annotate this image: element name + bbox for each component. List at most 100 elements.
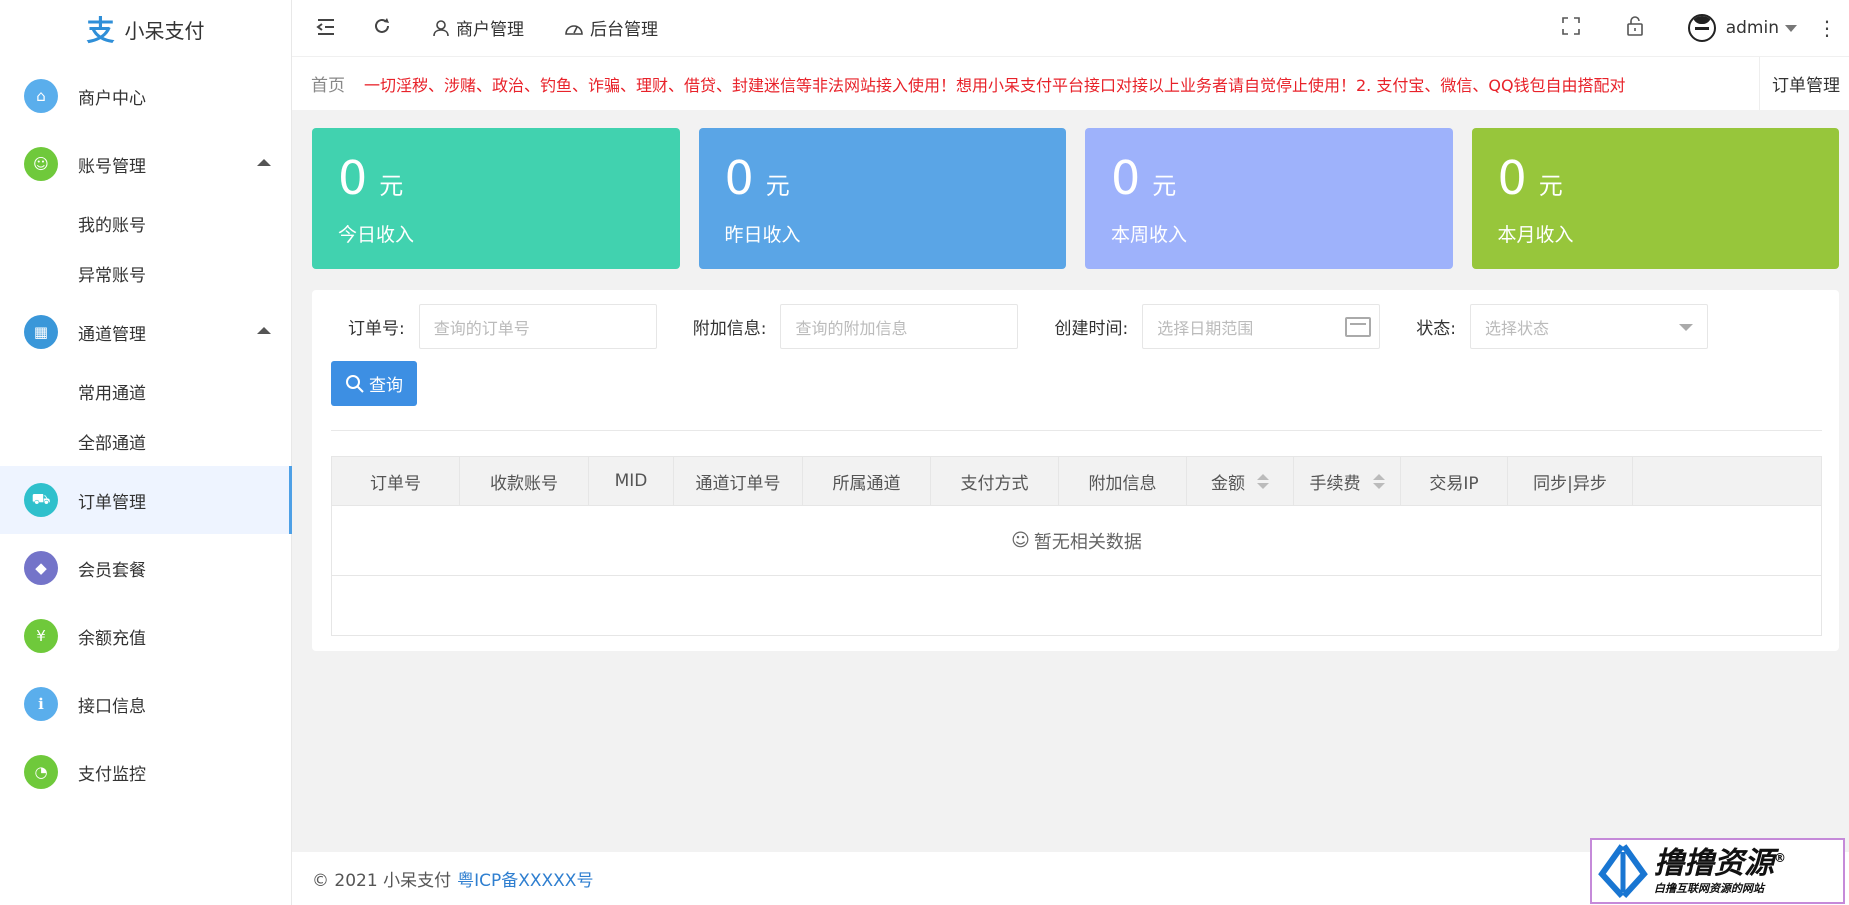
sidebar-item-label: 商户中心 [78, 88, 146, 109]
chevron-up-icon[interactable] [257, 159, 271, 166]
diamond-icon: ◆ [24, 551, 58, 585]
card-month: 0元 本月收入 [1471, 128, 1839, 269]
column-header: 附加信息 [1059, 457, 1187, 505]
avatar[interactable] [1687, 14, 1716, 42]
filter-label: 附加信息: [692, 319, 767, 339]
sidebar-subitem[interactable]: 我的账号 [0, 198, 291, 248]
top-header: 商户管理 后台管理 admin ⋮ [292, 0, 1849, 56]
fullscreen-icon[interactable] [1561, 17, 1580, 39]
sidebar-item-0[interactable]: ⌂ 商户中心 [0, 62, 291, 130]
watermark-logo-icon [1592, 840, 1654, 902]
chevron-up-icon[interactable] [257, 327, 271, 334]
apps-icon: ▦ [24, 315, 58, 349]
watermark: 撸撸资源® 白撸互联网资源的网站 [1590, 838, 1845, 904]
filter-status: 状态: 选择状态 [1416, 304, 1708, 349]
sidebar-item-4[interactable]: ◆ 会员套餐 [0, 534, 291, 602]
card-amount: 0元 [724, 151, 790, 205]
column-header: 通道订单号 [674, 457, 803, 505]
column-header: 收款账号 [460, 457, 589, 505]
filter-label: 创建时间: [1054, 319, 1129, 339]
user-name[interactable]: admin [1726, 18, 1779, 38]
sidebar-item-label: 会员套餐 [78, 560, 146, 581]
card-amount: 0元 [338, 151, 404, 205]
chevron-down-icon [1678, 324, 1693, 331]
empty-row: ☺ 暂无相关数据 [332, 506, 1821, 576]
watermark-title: 撸撸资源® [1654, 845, 1786, 881]
notice-marquee: 一切淫秽、涉赌、政治、钓鱼、诈骗、理财、借贷、封建迷信等非法网站接入使用！想用小… [364, 75, 1626, 95]
refresh-icon[interactable] [372, 16, 392, 40]
logo-mark-icon: 支 [86, 14, 115, 47]
query-button-label: 查询 [369, 376, 403, 396]
app-name: 小呆支付 [124, 18, 205, 43]
sidebar-item-label: 通道管理 [78, 324, 146, 345]
sort-icon[interactable] [1257, 473, 1269, 489]
sidebar: 支 小呆支付 ⌂ 商户中心 ☺ 账号管理我的账号 异常账号 ▦ 通道管理常用通道 全部通道 ⛟ 订… [0, 0, 292, 905]
column-header[interactable]: 手续费 [1294, 457, 1401, 505]
date-range-input[interactable]: 选择日期范围 [1142, 304, 1381, 349]
column-header-label: 订单号 [370, 473, 421, 494]
query-button[interactable]: 查询 [331, 361, 417, 406]
sidebar-item-label: 账号管理 [78, 156, 146, 177]
search-icon [346, 374, 364, 393]
info-icon: ℹ [24, 687, 58, 721]
card-yesterday: 0元 昨日收入 [698, 128, 1066, 269]
gauge-icon: ◔ [24, 755, 58, 789]
card-week: 0元 本周收入 [1085, 128, 1453, 269]
column-header: 支付方式 [931, 457, 1059, 505]
status-select[interactable]: 选择状态 [1469, 304, 1708, 349]
merchant-mgmt-button[interactable]: 商户管理 [432, 15, 524, 40]
backend-mgmt-button[interactable]: 后台管理 [564, 15, 658, 40]
table-header: 订单号 收款账号 MID 通道订单号 所属通道 支付方式 附加信息 金额 手续费 交易IP 同步|异… [332, 457, 1821, 506]
more-vertical-icon[interactable]: ⋮ [1817, 18, 1837, 38]
calendar-icon[interactable] [1345, 317, 1372, 337]
column-header-label: MID [614, 471, 648, 491]
extra-info-input[interactable]: 查询的附加信息 [780, 304, 1019, 349]
menu-toggle-icon[interactable] [316, 17, 336, 41]
card-label: 本周收入 [1111, 224, 1188, 246]
smile-icon: ☺ [1011, 530, 1030, 551]
sidebar-item-6[interactable]: ℹ 接口信息 [0, 670, 291, 738]
sidebar-item-label: 支付监控 [78, 764, 146, 785]
user-dropdown-icon[interactable] [1785, 24, 1797, 32]
sidebar-menu: ⌂ 商户中心 ☺ 账号管理我的账号 异常账号 ▦ 通道管理常用通道 全部通道 ⛟ 订单管理 ◆ 会员套… [0, 62, 292, 806]
column-header-label: 支付方式 [960, 473, 1029, 494]
cart-icon: ⛟ [24, 483, 58, 517]
column-header: 订单号 [332, 457, 460, 505]
column-header-label: 附加信息 [1088, 473, 1157, 494]
status-placeholder: 选择状态 [1484, 318, 1549, 338]
sidebar-subitem[interactable]: 全部通道 [0, 416, 291, 466]
sidebar-item-7[interactable]: ◔ 支付监控 [0, 738, 291, 806]
icp-link[interactable]: 粤ICP备XXXXX号 [457, 866, 593, 891]
card-label: 今日收入 [338, 224, 415, 246]
tab-order-mgmt[interactable]: 订单管理 [1759, 57, 1849, 110]
column-header-label: 收款账号 [490, 473, 558, 494]
orders-panel: 订单号: 查询的订单号 附加信息: 查询的附加信息 创建时间: 选择日期范围 状… [312, 290, 1839, 651]
sidebar-item-label: 接口信息 [78, 696, 146, 717]
sidebar-subitem[interactable]: 常用通道 [0, 366, 291, 416]
sidebar-item-5[interactable]: ¥ 余额充值 [0, 602, 291, 670]
filter-created: 创建时间: 选择日期范围 [1054, 304, 1381, 349]
card-amount: 0元 [1497, 151, 1563, 205]
empty-text: 暂无相关数据 [1033, 531, 1142, 553]
tab-home[interactable]: 首页 [292, 71, 364, 96]
yen-icon: ¥ [24, 619, 58, 653]
column-header: MID [589, 457, 674, 505]
sidebar-item-label: 订单管理 [78, 492, 146, 513]
column-header-label: 所属通道 [832, 473, 901, 494]
column-header[interactable]: 金额 [1187, 457, 1294, 505]
sidebar-item-label: 余额充值 [78, 628, 146, 649]
user-icon: ☺ [24, 147, 58, 181]
sort-icon[interactable] [1372, 473, 1385, 489]
column-header-label: 手续费 [1309, 473, 1361, 494]
watermark-sub: 白撸互联网资源的网站 [1654, 881, 1764, 895]
sidebar-item-2[interactable]: ▦ 通道管理 [0, 298, 291, 366]
sidebar-subitem[interactable]: 异常账号 [0, 248, 291, 298]
sidebar-item-3[interactable]: ⛟ 订单管理 [0, 466, 292, 534]
column-header: 同步|异步 [1508, 457, 1633, 505]
sidebar-item-1[interactable]: ☺ 账号管理 [0, 130, 291, 198]
app-logo[interactable]: 支 小呆支付 [0, 0, 291, 58]
tab-bar: 首页 一切淫秽、涉赌、政治、钓鱼、诈骗、理财、借贷、封建迷信等非法网站接入使用！… [292, 56, 1849, 110]
lock-icon[interactable] [1626, 16, 1644, 40]
date-range-placeholder: 选择日期范围 [1157, 318, 1254, 338]
order-no-input[interactable]: 查询的订单号 [418, 304, 657, 349]
